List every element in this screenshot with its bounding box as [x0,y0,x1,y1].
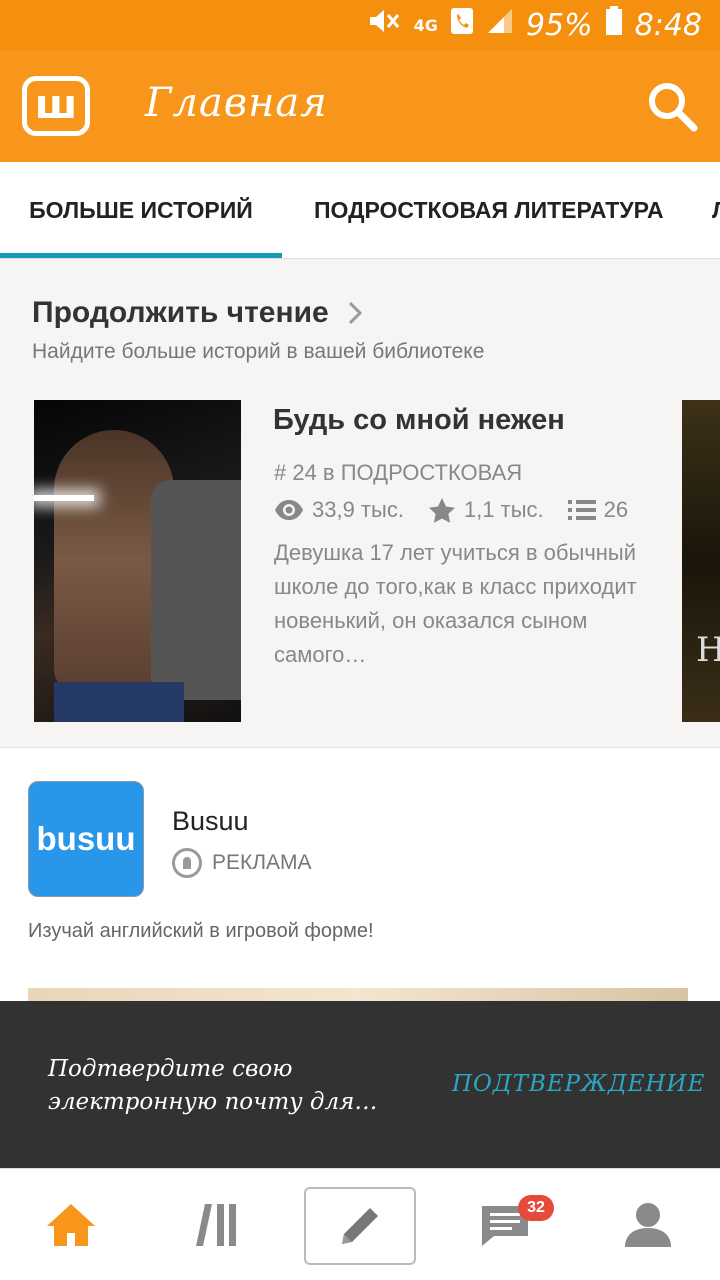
chevron-right-icon[interactable] [346,299,364,335]
ad-text: Изучай английский в игровой форме! [28,920,374,942]
nav-profile[interactable] [583,1169,713,1280]
snackbar-message: Подтвердите свою электронную почту для… [48,1056,378,1115]
nav-library[interactable] [152,1169,282,1280]
battery-icon [605,6,623,44]
bottom-navigation: 32 [0,1168,720,1280]
pencil-icon [342,1208,378,1244]
nav-messages[interactable]: 32 [440,1169,570,1280]
tab-teen-fiction[interactable]: ПОДРОСТКОВАЯ ЛИТЕРАТУРА [314,162,664,258]
logo-letter: ш [34,82,78,128]
home-icon [47,1204,95,1246]
wattpad-logo[interactable]: ш [22,76,90,136]
status-bar: 4G 95% 8:48 [0,0,720,50]
nav-write[interactable] [304,1187,416,1265]
ad-name[interactable]: Busuu [172,806,249,837]
snackbar: Подтвердите свою электронную почту для… … [0,1001,720,1168]
category-tabs: БОЛЬШЕ ИСТОРИЙ ПОДРОСТКОВАЯ ЛИТЕРАТУРА Л [0,162,720,259]
clock: 8:48 [634,7,702,43]
ad-app-icon[interactable]: busuu [28,781,144,897]
book-stats: 33,9 тыс. 1,1 тыс. 26 [274,497,652,523]
parts-count: 26 [603,497,629,522]
views-stat: 33,9 тыс. [274,497,404,523]
book-description: Девушка 17 лет учиться в обычный школе д… [274,540,637,667]
tab-label: ПОДРОСТКОВАЯ ЛИТЕРАТУРА [314,197,664,223]
ad-badge-label: РЕКЛАМА [212,851,312,874]
profile-icon [625,1203,671,1247]
parts-stat: 26 [567,497,629,523]
confirm-email-button[interactable]: ПОДТВЕРЖДЕНИЕ [452,1071,705,1097]
nav-home[interactable] [6,1169,136,1280]
continue-reading-title[interactable]: Продолжить чтение [32,296,329,330]
tab-label: Л [712,197,720,223]
page-title: Главная [145,80,328,126]
signal-icon [486,7,514,43]
book-cover[interactable] [34,400,241,722]
eye-icon [275,500,303,520]
list-icon [567,500,596,520]
active-tab-indicator [0,253,282,258]
tab-next[interactable]: Л [712,162,720,258]
votes-count: 1,1 тыс. [463,497,544,522]
battery-percent: 95% [525,7,593,43]
ad-icon-text: busuu [36,820,136,857]
next-book-cover[interactable]: Н [682,400,720,722]
ad-choices-icon[interactable] [172,848,202,878]
ad-card[interactable]: busuu Busuu РЕКЛАМА Изучай английский в … [0,747,720,1008]
views-count: 33,9 тыс. [312,497,404,522]
book-rank: # 24 в ПОДРОСТКОВАЯ [274,460,523,485]
book-title[interactable]: Будь со мной нежен [273,404,565,437]
search-icon[interactable] [646,80,698,132]
tab-more-stories[interactable]: БОЛЬШЕ ИСТОРИЙ [0,162,282,258]
tab-label: БОЛЬШЕ ИСТОРИЙ [29,197,253,223]
cover-art-shirt [151,480,241,700]
star-icon [428,498,455,523]
cover-art-flare [34,495,94,501]
next-cover-letter: Н [696,630,720,670]
continue-reading-subtitle: Найдите больше историй в вашей библиотек… [32,340,485,363]
messages-badge: 32 [518,1195,554,1221]
app-bar: ш Главная [0,50,720,162]
call-icon [450,7,474,43]
ad-badge: РЕКЛАМА [172,848,312,878]
library-icon [196,1204,236,1246]
network-4g-icon: 4G [413,15,438,35]
votes-stat: 1,1 тыс. [428,497,544,523]
mute-icon [366,7,402,43]
cover-art-jeans [54,682,184,722]
